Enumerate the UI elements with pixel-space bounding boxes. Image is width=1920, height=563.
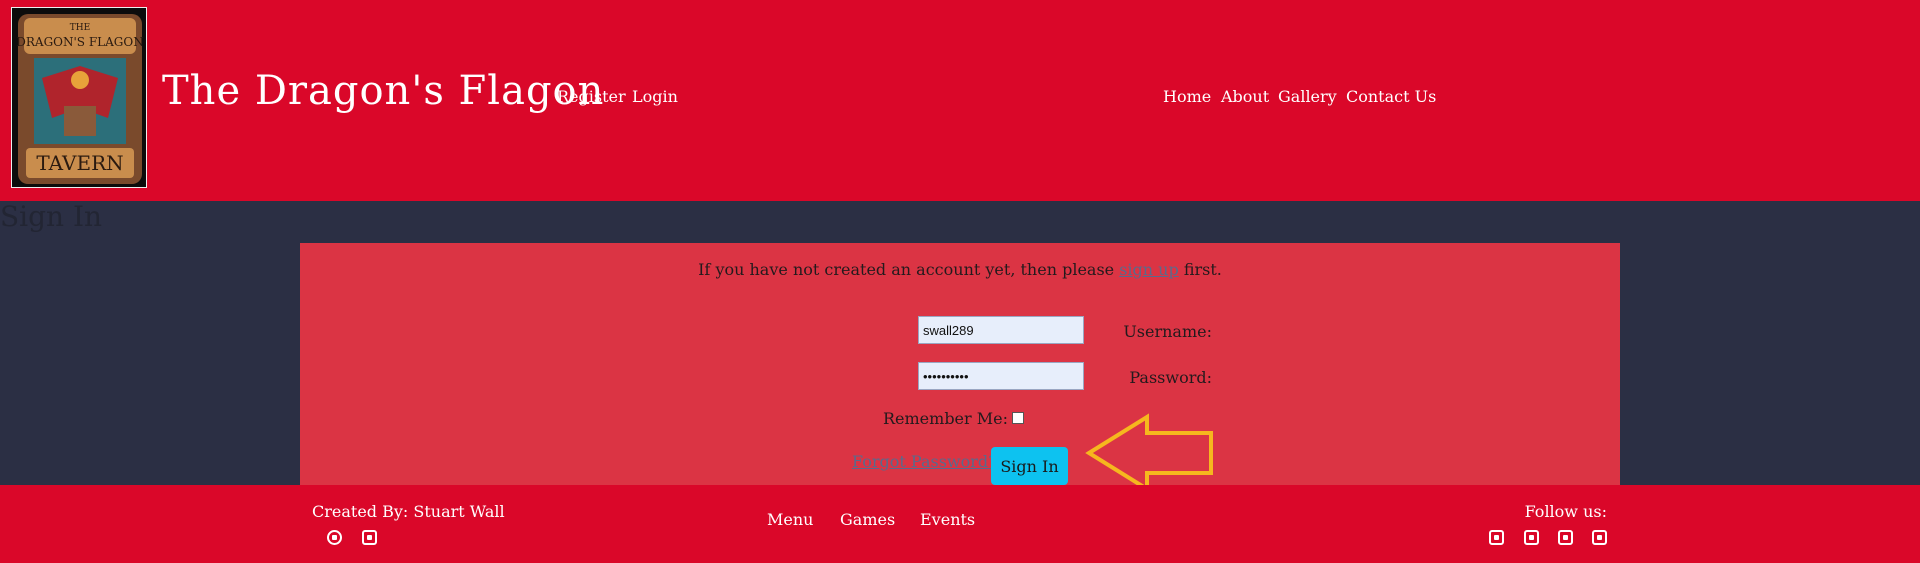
nav-contact-us[interactable]: Contact Us <box>1346 87 1436 106</box>
site-title[interactable]: The Dragon's Flagon <box>162 68 604 114</box>
instagram-icon[interactable] <box>1558 530 1573 545</box>
svg-text:THE: THE <box>70 23 90 33</box>
page-title: Sign In <box>0 200 103 233</box>
facebook-icon[interactable] <box>1489 530 1504 545</box>
sign-in-panel: If you have not created an account yet, … <box>300 243 1620 486</box>
nav-home[interactable]: Home <box>1163 87 1211 106</box>
nav-gallery[interactable]: Gallery <box>1278 87 1337 106</box>
intro-text: If you have not created an account yet, … <box>698 260 1222 279</box>
remember-me-checkbox[interactable] <box>1012 412 1024 424</box>
username-input[interactable] <box>918 316 1084 344</box>
svg-text:TAVERN: TAVERN <box>36 151 123 175</box>
twitter-icon[interactable] <box>1524 530 1539 545</box>
site-header: THE DRAGON'S FLAGON TAVERN The Dragon's … <box>0 0 1920 201</box>
svg-text:DRAGON'S FLAGON: DRAGON'S FLAGON <box>16 35 143 49</box>
github-icon[interactable] <box>327 530 342 545</box>
footer-games-link[interactable]: Games <box>840 510 895 529</box>
linkedin-icon[interactable] <box>362 530 377 545</box>
sign-in-button[interactable]: Sign In <box>991 447 1068 485</box>
follow-us-label: Follow us: <box>1524 502 1607 521</box>
footer-events-link[interactable]: Events <box>920 510 975 529</box>
sign-up-link[interactable]: sign up <box>1119 260 1179 279</box>
annotation-arrow-icon <box>1085 413 1213 493</box>
nav-about[interactable]: About <box>1221 87 1269 106</box>
login-link[interactable]: Login <box>632 87 678 106</box>
tavern-logo[interactable]: THE DRAGON'S FLAGON TAVERN <box>11 7 147 188</box>
remember-me-label: Remember Me: <box>882 409 1008 428</box>
password-input[interactable] <box>918 362 1084 390</box>
register-link[interactable]: Register <box>557 87 626 106</box>
forgot-password-link[interactable]: Forgot Password? <box>852 452 997 471</box>
youtube-icon[interactable] <box>1592 530 1607 545</box>
username-label: Username: <box>1123 322 1212 341</box>
footer-menu-link[interactable]: Menu <box>767 510 813 529</box>
site-footer: Created By: Stuart Wall Menu Games Event… <box>0 485 1920 563</box>
password-label: Password: <box>1129 368 1212 387</box>
credit-text: Created By: Stuart Wall <box>312 502 505 521</box>
